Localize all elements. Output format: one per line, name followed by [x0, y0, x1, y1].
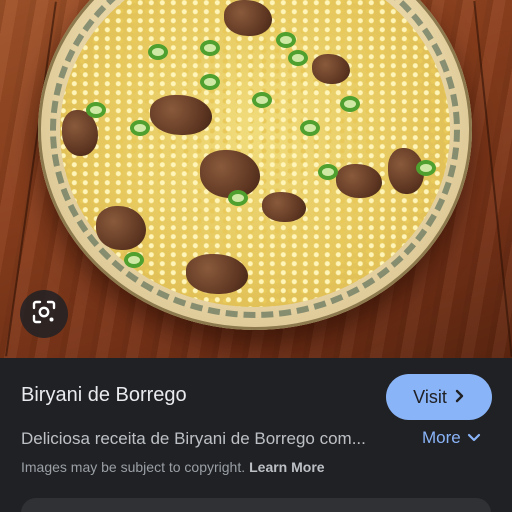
- meat-piece: [312, 54, 350, 84]
- google-lens-button[interactable]: [20, 290, 68, 338]
- meat-piece: [336, 164, 382, 198]
- green-onion: [86, 102, 106, 118]
- result-title[interactable]: Biryani de Borrego: [21, 384, 187, 407]
- meat-piece: [186, 254, 248, 294]
- wood-plank-seam: [473, 0, 512, 358]
- result-info-panel: Biryani de Borrego Visit Deliciosa recei…: [0, 358, 512, 512]
- green-onion: [228, 190, 248, 206]
- green-onion: [148, 44, 168, 60]
- green-onion: [276, 32, 296, 48]
- green-onion: [288, 50, 308, 66]
- green-onion: [340, 96, 360, 112]
- action-button-partial[interactable]: [21, 498, 491, 512]
- chevron-down-icon: [467, 428, 481, 448]
- green-onion: [318, 164, 338, 180]
- result-description: Deliciosa receita de Biryani de Borrego …: [21, 429, 366, 448]
- meat-piece: [224, 0, 272, 36]
- chevron-right-icon: [455, 387, 465, 408]
- meat-piece: [262, 192, 306, 222]
- green-onion: [200, 74, 220, 90]
- copyright-text: Images may be subject to copyright.: [21, 459, 246, 475]
- green-onion: [200, 40, 220, 56]
- meat-piece: [150, 95, 212, 135]
- result-image[interactable]: [0, 0, 512, 358]
- learn-more-link[interactable]: Learn More: [249, 459, 324, 475]
- meat-piece: [96, 206, 146, 250]
- visit-button-label: Visit: [413, 386, 447, 407]
- green-onion: [252, 92, 272, 108]
- more-button[interactable]: More: [422, 428, 481, 448]
- green-onion: [416, 160, 436, 176]
- green-onion: [124, 252, 144, 268]
- green-onion: [130, 120, 150, 136]
- more-button-label: More: [422, 428, 461, 447]
- visit-button[interactable]: Visit: [386, 374, 492, 420]
- green-onion: [300, 120, 320, 136]
- google-lens-icon: [31, 299, 57, 330]
- copyright-notice: Images may be subject to copyright. Learn…: [21, 459, 325, 475]
